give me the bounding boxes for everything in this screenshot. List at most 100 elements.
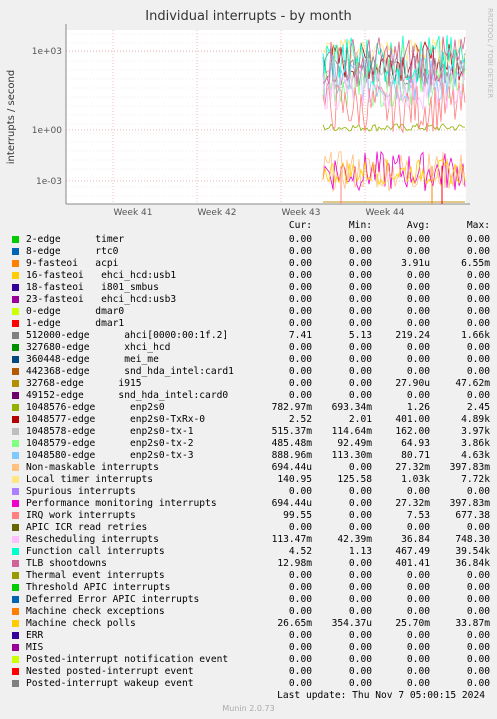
legend-label: Threshold APIC interrupts: [26, 582, 171, 593]
legend-row: 18-fasteoi i801_smbus 0.00 0.00 0.00 0.00: [12, 282, 492, 294]
legend-label: TLB shootdowns: [26, 558, 107, 569]
legend-value-max: 0.00: [466, 354, 490, 365]
legend-row: 0-edge dmar0 0.00 0.00 0.00 0.00: [12, 306, 492, 318]
legend-value-max: 397.83m: [449, 498, 490, 509]
legend-row: 8-edge rtc0 0.00 0.00 0.00 0.00: [12, 246, 492, 258]
legend-value-max: 0.00: [466, 318, 490, 329]
legend-label: Thermal event interrupts: [26, 570, 165, 581]
legend-value-max: 7.72k: [461, 474, 490, 485]
legend-label: 327680-edge xhci_hcd: [26, 342, 171, 353]
legend-swatch: [12, 596, 19, 603]
x-tick-label: Week 41: [114, 208, 153, 218]
legend-row: 512000-edge ahci[0000:00:1f.2] 7.41 5.13 21…: [12, 330, 492, 342]
legend-swatch: [12, 584, 19, 591]
legend-value-max: 0.00: [466, 270, 490, 281]
legend-row: 9-fasteoi acpi 0.00 0.00 3.91u 6.55m: [12, 258, 492, 270]
legend-row: Thermal event interrupts 0.00 0.00 0.00 0.00: [12, 570, 492, 582]
legend-value-max: 0.00: [466, 390, 490, 401]
x-tick-label: Week 44: [366, 208, 405, 218]
legend-row: MIS 0.00 0.00 0.00 0.00: [12, 642, 492, 654]
legend-swatch: [12, 476, 19, 483]
legend-value-max: 0.00: [466, 582, 490, 593]
legend-swatch: [12, 512, 19, 519]
legend-row: Threshold APIC interrupts 0.00 0.00 0.00 0.0…: [12, 582, 492, 594]
legend-value-max: 0.00: [466, 654, 490, 665]
x-tick-label: Week 43: [282, 208, 321, 218]
legend-row: Machine check exceptions 0.00 0.00 0.00 0.00: [12, 606, 492, 618]
legend-header: Cur: Min: Avg: Max:: [12, 220, 492, 232]
legend-row: 2-edge timer 0.00 0.00 0.00 0.00: [12, 234, 492, 246]
legend-row: 16-fasteoi ehci_hcd:usb1 0.00 0.00 0.00 0.00: [12, 270, 492, 282]
legend-row: Posted-interrupt notification event 0.00 0…: [12, 654, 492, 666]
last-update: Last update: Thu Nov 7 05:00:15 2024: [277, 690, 485, 701]
legend-value-max: 0.00: [466, 234, 490, 245]
y-tick-label: 1e+03: [32, 47, 62, 57]
legend-value-max: 0.00: [466, 570, 490, 581]
legend-value-max: 3.97k: [461, 426, 490, 437]
legend-swatch: [12, 332, 19, 339]
legend-label: Machine check polls: [26, 618, 136, 629]
legend-swatch: [12, 368, 19, 375]
legend-label: 512000-edge ahci[0000:00:1f.2]: [26, 330, 229, 341]
legend-row: Function call interrupts 4.52 1.13 467.49 39…: [12, 546, 492, 558]
legend-label: 1048580-edge enp2s0-tx-3: [26, 450, 194, 461]
legend-label: 8-edge rtc0: [26, 246, 119, 257]
legend-label: 0-edge dmar0: [26, 306, 125, 317]
legend-value-max: 0.00: [466, 366, 490, 377]
legend-swatch: [12, 236, 19, 243]
legend-row: Machine check polls 26.65m 354.37u 25.70m 33…: [12, 618, 492, 630]
legend-label: Performance monitoring interrupts: [26, 498, 217, 509]
legend-label: 1048579-edge enp2s0-tx-2: [26, 438, 194, 449]
legend-value-max: 4.89k: [461, 414, 490, 425]
legend-swatch: [12, 272, 19, 279]
legend-label: Spurious interrupts: [26, 486, 136, 497]
legend-label: MIS: [26, 642, 44, 653]
legend-value-max: 0.00: [466, 594, 490, 605]
legend-label: Non-maskable interrupts: [26, 462, 159, 473]
legend-value-max: 0.00: [466, 342, 490, 353]
legend-value-max: 0.00: [466, 294, 490, 305]
legend-swatch: [12, 380, 19, 387]
legend-swatch: [12, 548, 19, 555]
legend-row: Posted-interrupt wakeup event 0.00 0.00 0.0…: [12, 678, 492, 690]
legend-swatch: [12, 656, 19, 663]
legend-row: 442368-edge snd_hda_intel:card1 0.00 0.00 0…: [12, 366, 492, 378]
legend-label: 23-fasteoi ehci_hcd:usb3: [26, 294, 177, 305]
legend-swatch: [12, 524, 19, 531]
legend-row: Local timer interrupts 140.95 125.58 1.03k 7…: [12, 474, 492, 486]
legend-row: 23-fasteoi ehci_hcd:usb3 0.00 0.00 0.00 0.00: [12, 294, 492, 306]
legend-swatch: [12, 308, 19, 315]
legend-label: 49152-edge snd_hda_intel:card0: [26, 390, 229, 401]
legend-row: 1048578-edge enp2s0-tx-1 515.37m 114.64m 16…: [12, 426, 492, 438]
legend-row: Performance monitoring interrupts 694.44u…: [12, 498, 492, 510]
legend-label: 1048577-edge enp2s0-TxRx-0: [26, 414, 206, 425]
legend-label: 360448-edge mei_me: [26, 354, 159, 365]
legend-value-max: 0.00: [466, 630, 490, 641]
legend-label: Nested posted-interrupt event: [26, 666, 194, 677]
legend-swatch: [12, 668, 19, 675]
legend-swatch: [12, 392, 19, 399]
legend-swatch: [12, 248, 19, 255]
legend-row: Spurious interrupts 0.00 0.00 0.00 0.00: [12, 486, 492, 498]
legend-label: APIC ICR read retries: [26, 522, 148, 533]
legend-label: Posted-interrupt wakeup event: [26, 678, 194, 689]
legend-label: 1048578-edge enp2s0-tx-1: [26, 426, 194, 437]
y-tick-label: 1e-03: [36, 177, 62, 187]
legend-swatch: [12, 260, 19, 267]
legend-label: Posted-interrupt notification event: [26, 654, 229, 665]
legend-label: 32768-edge i915: [26, 378, 142, 389]
y-axis-label: interrupts / second: [6, 70, 17, 164]
legend-value-max: 397.83m: [449, 462, 490, 473]
legend-swatch: [12, 452, 19, 459]
legend-swatch: [12, 320, 19, 327]
legend-value-max: 33.87m: [455, 618, 490, 629]
legend-value-max: 677.38: [455, 510, 490, 521]
legend-swatch: [12, 644, 19, 651]
legend-row: 49152-edge snd_hda_intel:card0 0.00 0.00 0.…: [12, 390, 492, 402]
legend-swatch: [12, 488, 19, 495]
legend-label: 16-fasteoi ehci_hcd:usb1: [26, 270, 177, 281]
x-tick-label: Week 42: [198, 208, 237, 218]
legend-swatch: [12, 356, 19, 363]
legend-label: 1048576-edge enp2s0: [26, 402, 165, 413]
legend-value-max: 0.00: [466, 522, 490, 533]
